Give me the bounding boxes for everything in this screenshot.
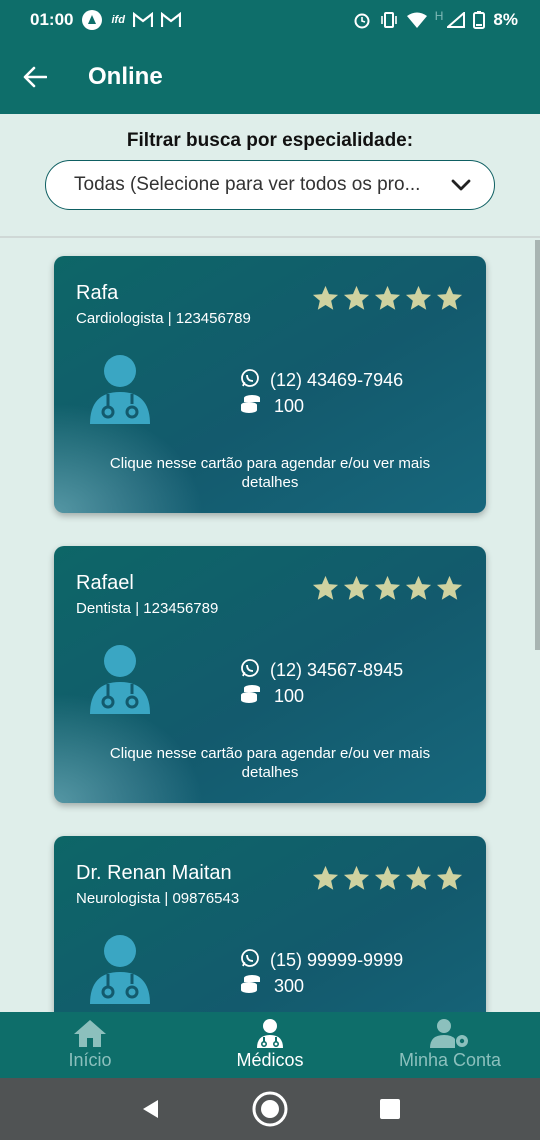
ifood-notification-icon: ifd: [111, 13, 125, 26]
app-bar: Online: [0, 40, 540, 114]
phone-row: (12) 34567-8945: [240, 658, 403, 683]
phone-row: (15) 99999-9999: [240, 948, 403, 973]
nav-item-medicos[interactable]: Médicos: [180, 1012, 360, 1078]
star-icon: [404, 574, 433, 608]
page-title: Online: [88, 63, 163, 90]
back-button[interactable]: [20, 62, 50, 92]
doctor-icon: [257, 1019, 283, 1048]
specialty-select-value: Todas (Selecione para ver todos os pro..…: [74, 174, 421, 195]
star-icon: [311, 284, 340, 318]
system-recents-button[interactable]: [370, 1089, 410, 1129]
star-icon: [342, 284, 371, 318]
rating-stars: [311, 574, 464, 608]
system-home-button[interactable]: [250, 1089, 290, 1129]
star-icon: [342, 864, 371, 898]
battery-percent: 8%: [493, 10, 518, 29]
vibrate-icon: [380, 12, 397, 28]
rating-stars: [311, 864, 464, 898]
doctor-name: Rafa: [76, 282, 119, 304]
card-hint: Clique nesse cartão para agendar e/ou ve…: [109, 455, 431, 491]
system-back-button[interactable]: [130, 1089, 170, 1129]
doctor-phone: (12) 34567-8945: [270, 660, 404, 680]
doctor-specialty: Dentista | 123456789: [76, 600, 219, 617]
doctor-avatar-icon: [88, 644, 152, 714]
triangle-back-icon: [143, 1100, 158, 1118]
doctor-name: Rafael: [76, 572, 134, 594]
scrollbar[interactable]: [535, 240, 540, 650]
doctor-price: 300: [274, 976, 305, 996]
star-icon: [373, 864, 402, 898]
doctor-avatar-icon: [88, 354, 152, 424]
doctor-price: 100: [274, 396, 305, 416]
coins-icon: [240, 684, 262, 709]
doctor-specialty: Cardiologista | 123456789: [76, 310, 251, 327]
filter-label: Filtrar busca por especialidade:: [126, 130, 414, 151]
rating-stars: [311, 284, 464, 318]
circle-home-icon: [252, 1091, 288, 1127]
star-icon: [435, 284, 464, 318]
whatsapp-icon: [240, 948, 260, 973]
card-hint: Clique nesse cartão para agendar e/ou ve…: [109, 745, 431, 781]
nav-item-inicio[interactable]: Início: [0, 1012, 180, 1078]
doctor-specialty: Neurologista | 09876543: [76, 890, 240, 907]
nav-label: Médicos: [236, 1050, 304, 1070]
star-icon: [311, 864, 340, 898]
status-time: 01:00: [30, 10, 74, 29]
square-recents-icon: [380, 1099, 400, 1119]
doctor-card[interactable]: Rafael Dentista | 123456789 (12) 34567-894…: [54, 546, 486, 803]
doctor-card[interactable]: Dr. Renan Maitan Neurologista | 09876543 (…: [54, 836, 486, 1012]
specialty-select[interactable]: Todas (Selecione para ver todos os pro..…: [45, 160, 495, 210]
star-icon: [404, 864, 433, 898]
star-icon: [342, 574, 371, 608]
price-row: 100: [240, 684, 304, 709]
phone-row: (12) 43469-7946: [240, 368, 403, 393]
star-icon: [435, 574, 464, 608]
arrow-back-icon: [23, 66, 47, 88]
doctor-card[interactable]: Rafa Cardiologista | 123456789 (12) 43469-…: [54, 256, 486, 513]
app-notification-icon: [82, 10, 103, 30]
gmail-icon: [132, 12, 153, 27]
doctor-list[interactable]: Rafa Cardiologista | 123456789 (12) 43469-…: [0, 240, 540, 1012]
signal-icon: [447, 12, 466, 28]
price-row: 300: [240, 974, 304, 999]
whatsapp-icon: [240, 368, 260, 393]
chevron-down-icon: [446, 178, 476, 192]
battery-icon: [473, 11, 486, 29]
whatsapp-icon: [240, 658, 260, 683]
system-nav-bar: [0, 1078, 540, 1140]
star-icon: [404, 284, 433, 318]
home-icon: [74, 1020, 106, 1047]
user-settings-icon: [430, 1019, 468, 1048]
alarm-icon: [354, 13, 370, 29]
wifi-icon: [406, 12, 427, 28]
gmail-icon: [160, 12, 181, 27]
nav-item-minha-conta[interactable]: Minha Conta: [360, 1012, 540, 1078]
coins-icon: [240, 394, 262, 419]
star-icon: [435, 864, 464, 898]
nav-label: Minha Conta: [398, 1050, 502, 1070]
doctor-phone: (15) 99999-9999: [270, 950, 404, 970]
price-row: 100: [240, 394, 304, 419]
star-icon: [311, 574, 340, 608]
doctor-price: 100: [274, 686, 305, 706]
coins-icon: [240, 974, 262, 999]
bottom-nav: Início Médicos Minha Conta: [0, 1012, 540, 1078]
specialty-filter: Filtrar busca por especialidade: Todas (…: [0, 114, 540, 238]
doctor-name: Dr. Renan Maitan: [76, 862, 232, 884]
doctor-phone: (12) 43469-7946: [270, 370, 404, 390]
nav-label: Início: [68, 1050, 112, 1070]
status-bar: 01:00 ifd H 8%: [0, 0, 540, 40]
network-type: H: [434, 9, 444, 23]
doctor-avatar-icon: [88, 934, 152, 1004]
star-icon: [373, 284, 402, 318]
star-icon: [373, 574, 402, 608]
